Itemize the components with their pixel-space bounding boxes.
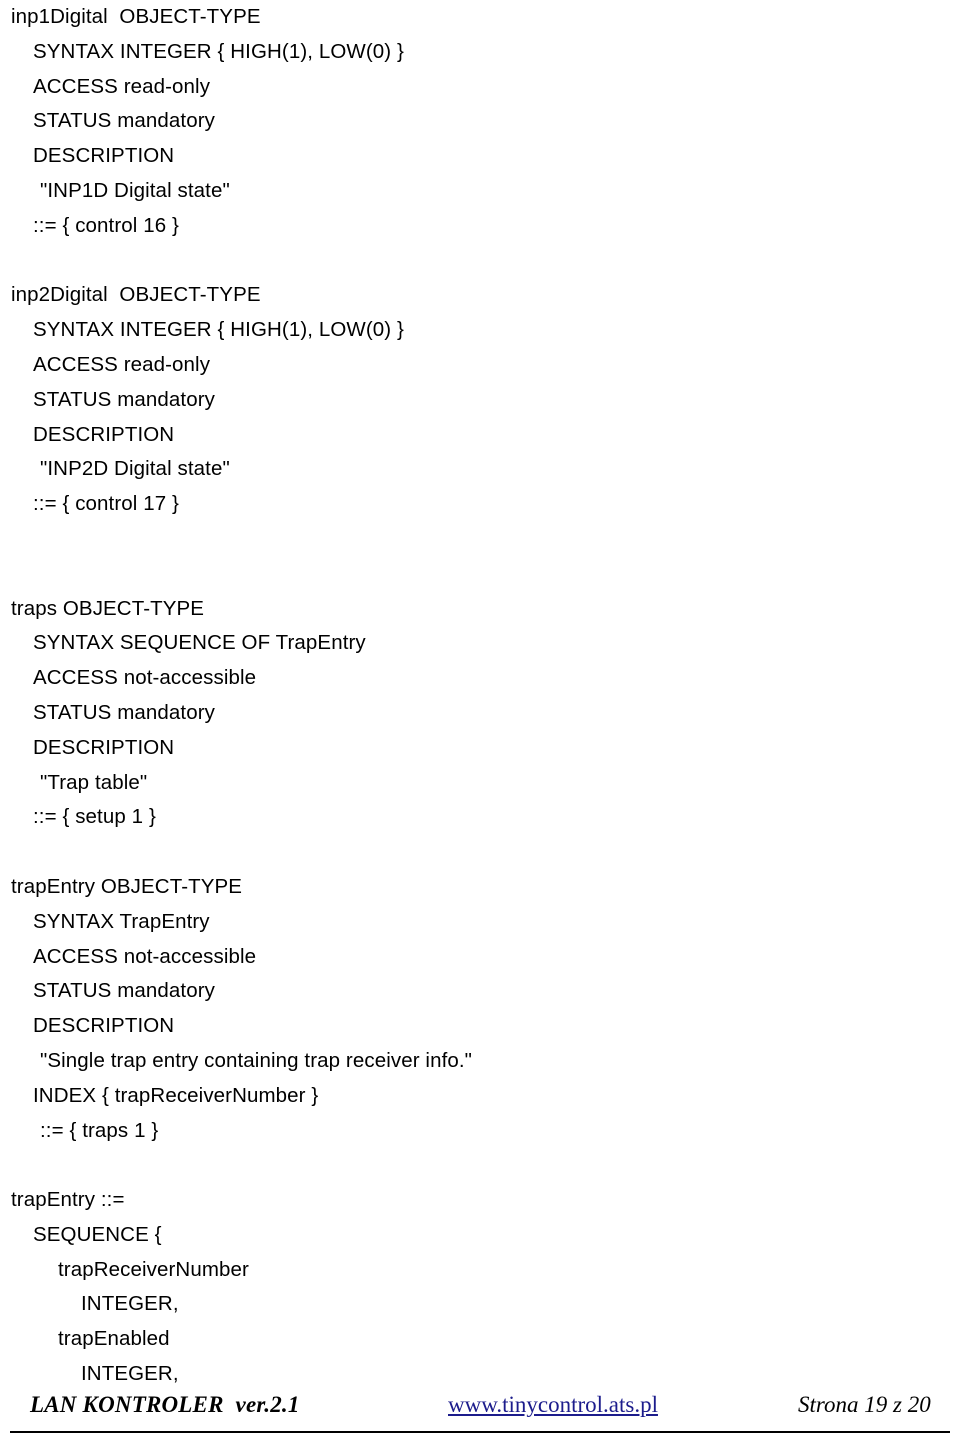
code-line: INDEX { trapReceiverNumber }	[33, 1083, 319, 1107]
code-line: ACCESS read-only	[33, 74, 211, 98]
code-line: DESCRIPTION	[33, 735, 175, 759]
code-line: STATUS mandatory	[33, 979, 215, 1003]
code-line: ACCESS not-accessible	[33, 944, 257, 968]
code-line: DESCRIPTION	[33, 422, 175, 446]
definition-block: traps OBJECT-TYPE SYNTAX SEQUENCE OF Trap…	[0, 592, 960, 836]
code-line: "Single trap entry containing trap recei…	[40, 1048, 473, 1072]
code-line: DESCRIPTION	[33, 144, 175, 168]
definition-block: inp1Digital OBJECT-TYPE SYNTAX INTEGER { …	[0, 0, 960, 244]
footer-divider	[10, 1431, 950, 1433]
code-line: "INP1D Digital state"	[40, 178, 230, 202]
code-line: trapEntry ::=	[11, 1188, 125, 1212]
code-line: ACCESS read-only	[33, 352, 211, 376]
code-line: DESCRIPTION	[33, 1014, 175, 1038]
code-line: STATUS mandatory	[33, 109, 215, 133]
code-line: ACCESS not-accessible	[33, 666, 257, 690]
code-line: inp2Digital OBJECT-TYPE	[11, 283, 261, 307]
code-line: "Trap table"	[40, 770, 148, 794]
code-line: SYNTAX INTEGER { HIGH(1), LOW(0) }	[33, 39, 404, 63]
code-line: SYNTAX SEQUENCE OF TrapEntry	[33, 631, 366, 655]
code-line: INTEGER,	[81, 1292, 179, 1316]
mib-definition-text: inp1Digital OBJECT-TYPE SYNTAX INTEGER { …	[0, 0, 960, 1392]
code-line: trapReceiverNumber	[58, 1257, 249, 1281]
code-line: ::= { setup 1 }	[33, 805, 156, 829]
footer-page-number: Strona 19 z 20	[798, 1392, 931, 1417]
code-line: trapEntry OBJECT-TYPE	[11, 874, 243, 898]
document-page: inp1Digital OBJECT-TYPE SYNTAX INTEGER { …	[0, 0, 960, 1440]
page-footer: LAN KONTROLER ver.2.1 www.tinycontrol.at…	[0, 1386, 960, 1440]
code-line: inp1Digital OBJECT-TYPE	[11, 5, 261, 28]
code-line: STATUS mandatory	[33, 700, 215, 724]
code-line: ::= { traps 1 }	[40, 1118, 159, 1142]
code-line: ::= { control 17 }	[33, 492, 179, 516]
footer-document-title: LAN KONTROLER ver.2.1	[30, 1392, 300, 1417]
footer-row: LAN KONTROLER ver.2.1 www.tinycontrol.at…	[0, 1386, 960, 1430]
definition-block: trapEntry ::=SEQUENCE {trapReceiverNumbe…	[0, 1183, 960, 1392]
code-line: ::= { control 16 }	[33, 213, 179, 237]
code-line: SEQUENCE {	[33, 1222, 162, 1246]
code-line: trapEnabled	[58, 1327, 170, 1351]
code-line: STATUS mandatory	[33, 387, 215, 411]
footer-website-link[interactable]: www.tinycontrol.ats.pl	[448, 1392, 658, 1418]
code-line: traps OBJECT-TYPE	[11, 596, 205, 620]
code-line: SYNTAX INTEGER { HIGH(1), LOW(0) }	[33, 318, 404, 342]
code-line: SYNTAX TrapEntry	[33, 909, 210, 933]
definition-block: inp2Digital OBJECT-TYPE SYNTAX INTEGER { …	[0, 278, 960, 522]
code-line: "INP2D Digital state"	[40, 457, 230, 481]
definition-block: trapEntry OBJECT-TYPE SYNTAX TrapEntry ACC…	[0, 870, 960, 1148]
